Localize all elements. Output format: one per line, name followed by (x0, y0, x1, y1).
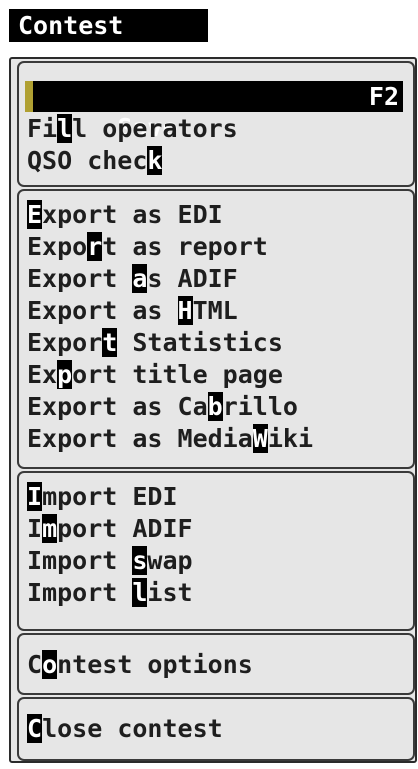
hotkey: H (177, 296, 193, 325)
hotkey: k (147, 146, 163, 175)
menu-item-import-list[interactable]: Import list (27, 577, 405, 608)
hotkey: r (87, 232, 103, 261)
menu-item-save[interactable]: Save F2 (25, 81, 403, 142)
menu-item-fill-operators[interactable]: Fill operators (27, 113, 405, 144)
menu-group-export: Export as EDI Export as report Export as… (17, 189, 415, 469)
menu-item-import-adif[interactable]: Import ADIF (27, 513, 405, 544)
menu-item-close-contest[interactable]: Close contest (27, 713, 405, 744)
shortcut-label: F2 (368, 82, 399, 111)
menu-group-file: Save F2 Fill operators QSO check (17, 61, 415, 187)
menu-group-options: Contest options (17, 633, 415, 695)
contest-menu: Save F2 Fill operators QSO check Export … (9, 57, 417, 763)
menu-item-qso-check[interactable]: QSO check (27, 145, 405, 176)
menu-item-export-report[interactable]: Export as report (27, 231, 405, 262)
hotkey: b (207, 392, 223, 421)
hotkey: C (27, 714, 43, 743)
menu-item-contest-options[interactable]: Contest options (27, 649, 405, 680)
hotkey: s (132, 546, 148, 575)
hotkey: l (132, 578, 148, 607)
menu-group-close: Close contest (17, 697, 415, 761)
menu-item-export-edi[interactable]: Export as EDI (27, 199, 405, 230)
hotkey: I (27, 482, 43, 511)
menu-item-export-adif[interactable]: Export as ADIF (27, 263, 405, 294)
hotkey: l (57, 114, 73, 143)
hotkey: E (27, 200, 43, 229)
hotkey: p (57, 360, 73, 389)
menu-item-export-cabrillo[interactable]: Export as Cabrillo (27, 391, 405, 422)
menu-item-import-edi[interactable]: Import EDI (27, 481, 405, 512)
menu-item-export-title-page[interactable]: Export title page (27, 359, 405, 390)
menu-item-import-swap[interactable]: Import swap (27, 545, 405, 576)
hotkey: W (252, 424, 268, 453)
hotkey: m (42, 514, 58, 543)
menu-item-export-mediawiki[interactable]: Export as MediaWiki (27, 423, 405, 454)
menu-title: Contest (9, 9, 208, 42)
hotkey: a (132, 264, 148, 293)
menu-item-export-statistics[interactable]: Export Statistics (27, 327, 405, 358)
menu-group-import: Import EDI Import ADIF Import swap Impor… (17, 471, 415, 631)
hotkey: t (102, 328, 118, 357)
selection-marker (25, 81, 33, 112)
hotkey: o (42, 650, 58, 679)
menu-item-export-html[interactable]: Export as HTML (27, 295, 405, 326)
